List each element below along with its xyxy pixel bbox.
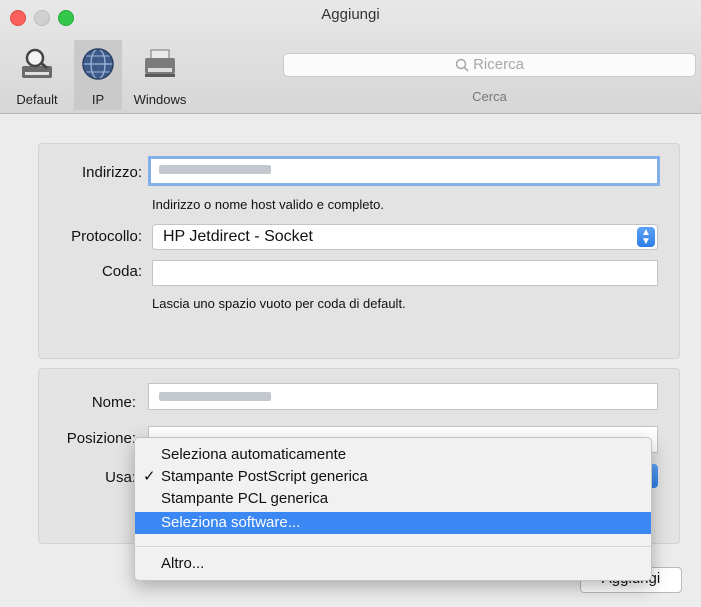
globe-icon [82, 48, 114, 80]
toolbar-item-label: IP [91, 92, 105, 107]
menu-item-auto-select[interactable]: Seleziona automaticamente [135, 444, 651, 466]
toolbar-item-label: Default [16, 92, 58, 107]
address-field[interactable] [148, 156, 660, 186]
use-label: Usa: [105, 469, 136, 486]
add-printer-window: Aggiungi Default IP Windows Ricerca Cerc… [0, 0, 701, 607]
search-caption: Cerca [472, 89, 507, 104]
toolbar: Aggiungi Default IP Windows Ricerca Cerc… [0, 0, 701, 114]
menu-item-pcl-generic[interactable]: Stampante PCL generica [135, 488, 651, 510]
menu-item-other[interactable]: Altro... [135, 553, 651, 575]
driver-popup-menu: Seleziona automaticamente ✓ Stampante Po… [134, 437, 652, 581]
address-hint: Indirizzo o nome host valido e completo. [152, 197, 384, 212]
menu-item-select-software[interactable]: Seleziona software... [135, 512, 651, 534]
queue-field[interactable] [152, 260, 658, 286]
menu-separator [135, 546, 651, 547]
search-icon [455, 58, 469, 72]
toolbar-item-default[interactable]: Default [0, 40, 74, 110]
name-field[interactable] [148, 383, 658, 410]
search-placeholder: Ricerca [473, 56, 524, 73]
menu-item-postscript-generic[interactable]: ✓ Stampante PostScript generica [135, 466, 651, 488]
printer-icon [145, 49, 175, 77]
chevron-updown-icon: ▲ ▼ [637, 227, 655, 247]
toolbar-item-label: Windows [133, 92, 187, 107]
name-value-redacted [159, 392, 271, 402]
location-label: Posizione: [66, 430, 136, 447]
window-title: Aggiungi [321, 6, 380, 23]
toolbar-item-windows[interactable]: Windows [122, 40, 198, 110]
address-value-redacted [159, 165, 271, 175]
protocol-label: Protocollo: [71, 228, 142, 245]
search-input[interactable]: Ricerca [283, 53, 696, 77]
protocol-value: HP Jetdirect - Socket [163, 228, 313, 245]
name-label: Nome: [91, 394, 136, 411]
toolbar-item-ip[interactable]: IP [74, 40, 122, 110]
address-label: Indirizzo: [81, 164, 142, 181]
checkmark-icon: ✓ [143, 468, 156, 485]
magnifier-printer-icon [22, 48, 52, 78]
protocol-select[interactable]: HP Jetdirect - Socket ▲ ▼ [152, 224, 658, 250]
queue-label: Coda: [101, 263, 142, 280]
queue-hint: Lascia uno spazio vuoto per coda di defa… [152, 296, 406, 311]
